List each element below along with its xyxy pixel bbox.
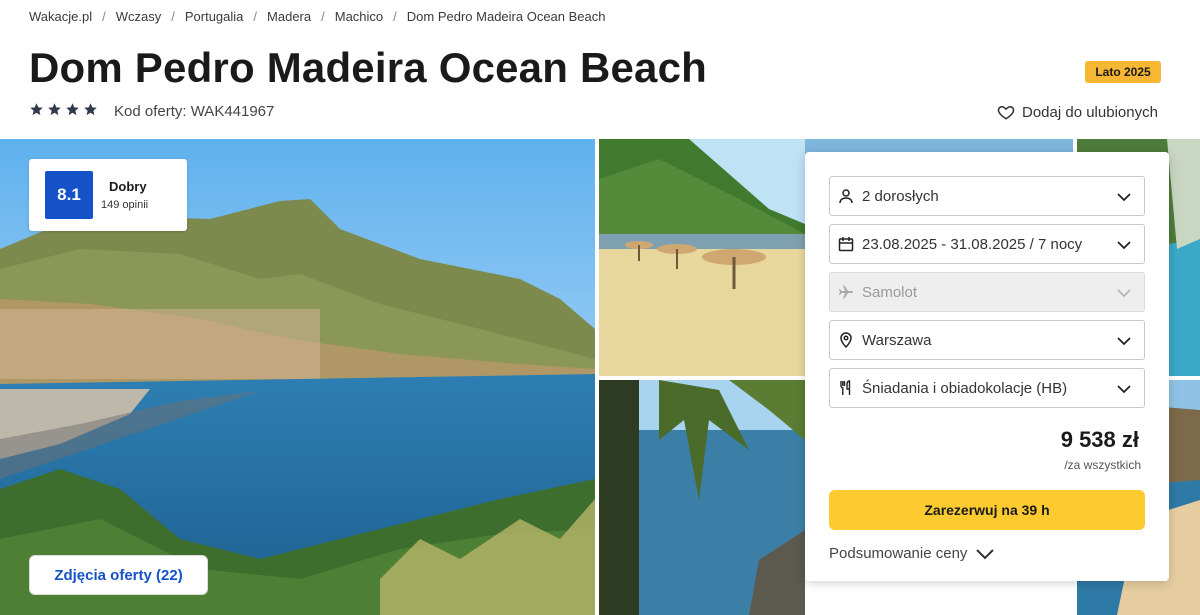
user-icon [838,188,854,204]
reserve-button[interactable]: Zarezerwuj na 39 h [829,490,1145,530]
breadcrumb-item-madera[interactable]: Madera [267,9,311,24]
star-icon [48,103,61,116]
chevron-down-icon [1117,385,1131,394]
transport-select: Samolot [829,272,1145,312]
star-icon [30,103,43,116]
breadcrumb-separator: / [253,9,258,24]
chevron-down-icon [1117,193,1131,202]
rating-card[interactable]: 8.1 Dobry 149 opinii [29,159,187,231]
add-to-favorites-label: Dodaj do ulubionych [1022,103,1158,121]
season-badge: Lato 2025 [1085,61,1161,83]
departure-select[interactable]: Warszawa [829,320,1145,360]
breadcrumb-item-wakacje[interactable]: Wakacje.pl [29,9,92,24]
breadcrumb: Wakacje.pl / Wczasy / Portugalia / Mader… [29,9,606,24]
booking-panel: 2 dorosłych 23.08.2025 - 31.08.2025 / 7 … [805,152,1169,581]
star-icon [66,103,79,116]
departure-value: Warszawa [862,331,932,349]
photo-beach-umbrellas[interactable] [599,139,805,376]
breadcrumb-separator: / [321,9,325,24]
location-pin-icon [838,332,854,348]
price-summary-toggle[interactable]: Podsumowanie ceny [829,545,995,562]
board-value: Śniadania i obiadokolacje (HB) [862,379,1068,397]
plane-icon [838,284,854,300]
offer-photos-button[interactable]: Zdjęcia oferty (22) [29,555,208,595]
travelers-select[interactable]: 2 dorosłych [829,176,1145,216]
dates-value: 23.08.2025 - 31.08.2025 / 7 nocy [862,235,1083,253]
rating-label: Dobry [109,179,147,194]
breadcrumb-item-hotel[interactable]: Dom Pedro Madeira Ocean Beach [407,9,606,24]
offer-code: Kod oferty: WAK441967 [114,103,275,120]
cutlery-icon [838,380,854,396]
breadcrumb-item-machico[interactable]: Machico [335,9,383,24]
transport-value: Samolot [862,283,918,301]
breadcrumb-item-portugalia[interactable]: Portugalia [185,9,244,24]
price-summary-label: Podsumowanie ceny [829,545,968,562]
breadcrumb-separator: / [171,9,175,24]
travelers-value: 2 dorosłych [862,187,939,205]
calendar-icon [838,236,854,252]
chevron-down-icon [1117,337,1131,346]
star-icon [84,103,97,116]
dates-select[interactable]: 23.08.2025 - 31.08.2025 / 7 nocy [829,224,1145,264]
breadcrumb-separator: / [102,9,106,24]
price-total: 9 538 zł [1060,427,1139,452]
chevron-down-icon [1117,241,1131,250]
chevron-down-icon [1117,289,1131,298]
price-note: /za wszystkich [1064,458,1141,472]
hotel-stars [29,102,98,117]
rating-text: Dobry 149 opinii [101,179,148,211]
breadcrumb-item-wczasy[interactable]: Wczasy [116,9,162,24]
photo-sea-palm[interactable] [599,380,805,615]
breadcrumb-separator: / [393,9,397,24]
rating-score: 8.1 [45,171,93,219]
page-title: Dom Pedro Madeira Ocean Beach [29,44,708,91]
main-photo-bay[interactable]: 8.1 Dobry 149 opinii Zdjęcia oferty (22) [0,139,595,615]
board-select[interactable]: Śniadania i obiadokolacje (HB) [829,368,1145,408]
add-to-favorites-button[interactable]: Dodaj do ulubionych [997,103,1158,121]
chevron-down-icon [976,548,995,559]
rating-count: 149 opinii [101,199,149,211]
heart-icon [997,105,1015,120]
